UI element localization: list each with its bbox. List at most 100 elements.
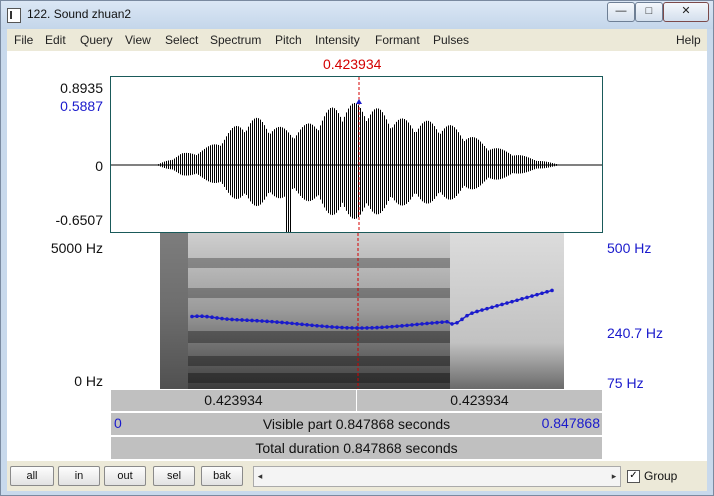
waveform-sample — [248, 126, 249, 199]
waveform-sample — [342, 121, 343, 203]
menu-select[interactable]: Select — [165, 33, 198, 47]
pitch-point — [380, 325, 384, 330]
waveform-sample — [192, 153, 193, 175]
waveform-sample — [320, 125, 321, 200]
waveform-sample — [384, 115, 385, 209]
pitch-point — [525, 295, 529, 300]
waveform-sample — [374, 109, 375, 214]
pitch-point — [275, 320, 279, 324]
waveform-sample — [414, 132, 415, 194]
left-time-segment[interactable]: 0.423934 — [111, 390, 357, 411]
menu-formant[interactable]: Formant — [375, 33, 420, 47]
close-button[interactable]: ✕ — [663, 2, 709, 22]
editor-area[interactable]: 0.423934 0.8935 0.5887 0 -0.6507 5000 Hz… — [7, 51, 707, 461]
pitch-point — [375, 325, 379, 330]
waveform-sample — [436, 129, 437, 197]
visible-part-bar[interactable]: 0 Visible part 0.847868 seconds 0.847868 — [110, 412, 603, 436]
zoom-in-button[interactable]: in — [58, 466, 100, 486]
praat-app-icon — [7, 8, 21, 23]
waveform-sample — [334, 108, 335, 215]
pitch-point — [390, 324, 394, 329]
waveform-sample — [228, 133, 229, 193]
zoom-all-button[interactable]: all — [10, 466, 54, 486]
pitch-point — [285, 321, 289, 325]
horizontal-scrollbar[interactable]: ◂ ▸ — [253, 466, 621, 487]
waveform-sample — [162, 162, 163, 168]
waveform-sample — [336, 110, 337, 213]
menu-intensity[interactable]: Intensity — [315, 33, 360, 47]
waveform-sample — [296, 135, 297, 191]
waveform-sample — [472, 137, 473, 190]
waveform-sample — [456, 129, 457, 196]
waveform-sample — [392, 127, 393, 198]
zoom-out-button[interactable]: out — [104, 466, 146, 486]
menu-bar: File Edit Query View Select Spectrum Pit… — [7, 29, 707, 51]
waveform-sample — [408, 122, 409, 202]
scroll-left-arrow-icon[interactable]: ◂ — [254, 467, 266, 486]
zoom-back-button[interactable]: bak — [201, 466, 243, 486]
waveform-sample — [382, 112, 383, 212]
zoom-selection-button[interactable]: sel — [153, 466, 195, 486]
waveform-sample — [276, 127, 277, 198]
waveform-sample — [388, 123, 389, 201]
menu-pitch[interactable]: Pitch — [275, 33, 302, 47]
waveform-sample — [532, 159, 533, 171]
minimize-button[interactable]: — — [607, 2, 635, 22]
pitch-point — [395, 324, 399, 329]
right-time-segment[interactable]: 0.423934 — [357, 390, 602, 411]
waveform-sample — [304, 125, 305, 200]
waveform-sample — [282, 127, 283, 198]
waveform-sample — [490, 149, 491, 179]
menu-edit[interactable]: Edit — [45, 33, 66, 47]
menu-file[interactable]: File — [14, 33, 33, 47]
waveform-sample — [244, 132, 245, 194]
spectrogram-panel[interactable] — [110, 233, 603, 389]
pitch-point — [225, 317, 229, 321]
waveform-sample — [484, 145, 485, 182]
selection-times-bar[interactable]: 0.423934 0.423934 — [110, 389, 603, 412]
scroll-right-arrow-icon[interactable]: ▸ — [608, 467, 620, 486]
menu-pulses[interactable]: Pulses — [433, 33, 469, 47]
waveform-panel[interactable] — [110, 76, 603, 233]
waveform-sample — [218, 144, 219, 183]
waveform-sample — [208, 146, 209, 182]
menu-help[interactable]: Help — [676, 33, 701, 47]
pitch-point — [330, 325, 334, 329]
waveform-sample — [330, 108, 331, 215]
waveform-sample — [246, 130, 247, 195]
maximize-button[interactable]: □ — [635, 2, 663, 22]
waveform-sample — [256, 117, 257, 207]
waveform-sample — [286, 130, 287, 232]
pitch-point — [465, 313, 469, 318]
waveform-sample — [478, 139, 479, 188]
waveform-sample — [524, 156, 525, 173]
waveform-sample — [366, 120, 367, 204]
menu-spectrum[interactable]: Spectrum — [210, 33, 261, 47]
waveform-sample — [204, 148, 205, 180]
waveform-sample — [318, 130, 319, 196]
waveform-plot — [111, 77, 602, 232]
waveform-sample — [430, 121, 431, 203]
pitch-point — [440, 320, 444, 324]
waveform-sample — [468, 138, 469, 189]
spectrogram-fricative-region — [450, 233, 564, 389]
menu-query[interactable]: Query — [80, 33, 113, 47]
waveform-sample — [310, 123, 311, 201]
waveform-sample — [216, 144, 217, 183]
menu-view[interactable]: View — [125, 33, 151, 47]
waveform-sample — [186, 152, 187, 176]
pitch-point — [290, 321, 294, 326]
total-duration-bar[interactable]: Total duration 0.847868 seconds — [110, 436, 603, 460]
waveform-sample — [200, 152, 201, 177]
pitch-point — [295, 322, 299, 326]
pitch-point — [270, 319, 274, 324]
group-checkbox[interactable]: ✓ — [627, 470, 640, 483]
waveform-sample — [280, 126, 281, 199]
waveform-sample — [378, 108, 379, 215]
waveform-sample — [328, 109, 329, 214]
formant-band — [188, 258, 450, 268]
waveform-sample — [176, 157, 177, 172]
pitch-point — [205, 314, 209, 319]
waveform-sample — [322, 120, 323, 204]
pitch-point — [505, 301, 509, 305]
